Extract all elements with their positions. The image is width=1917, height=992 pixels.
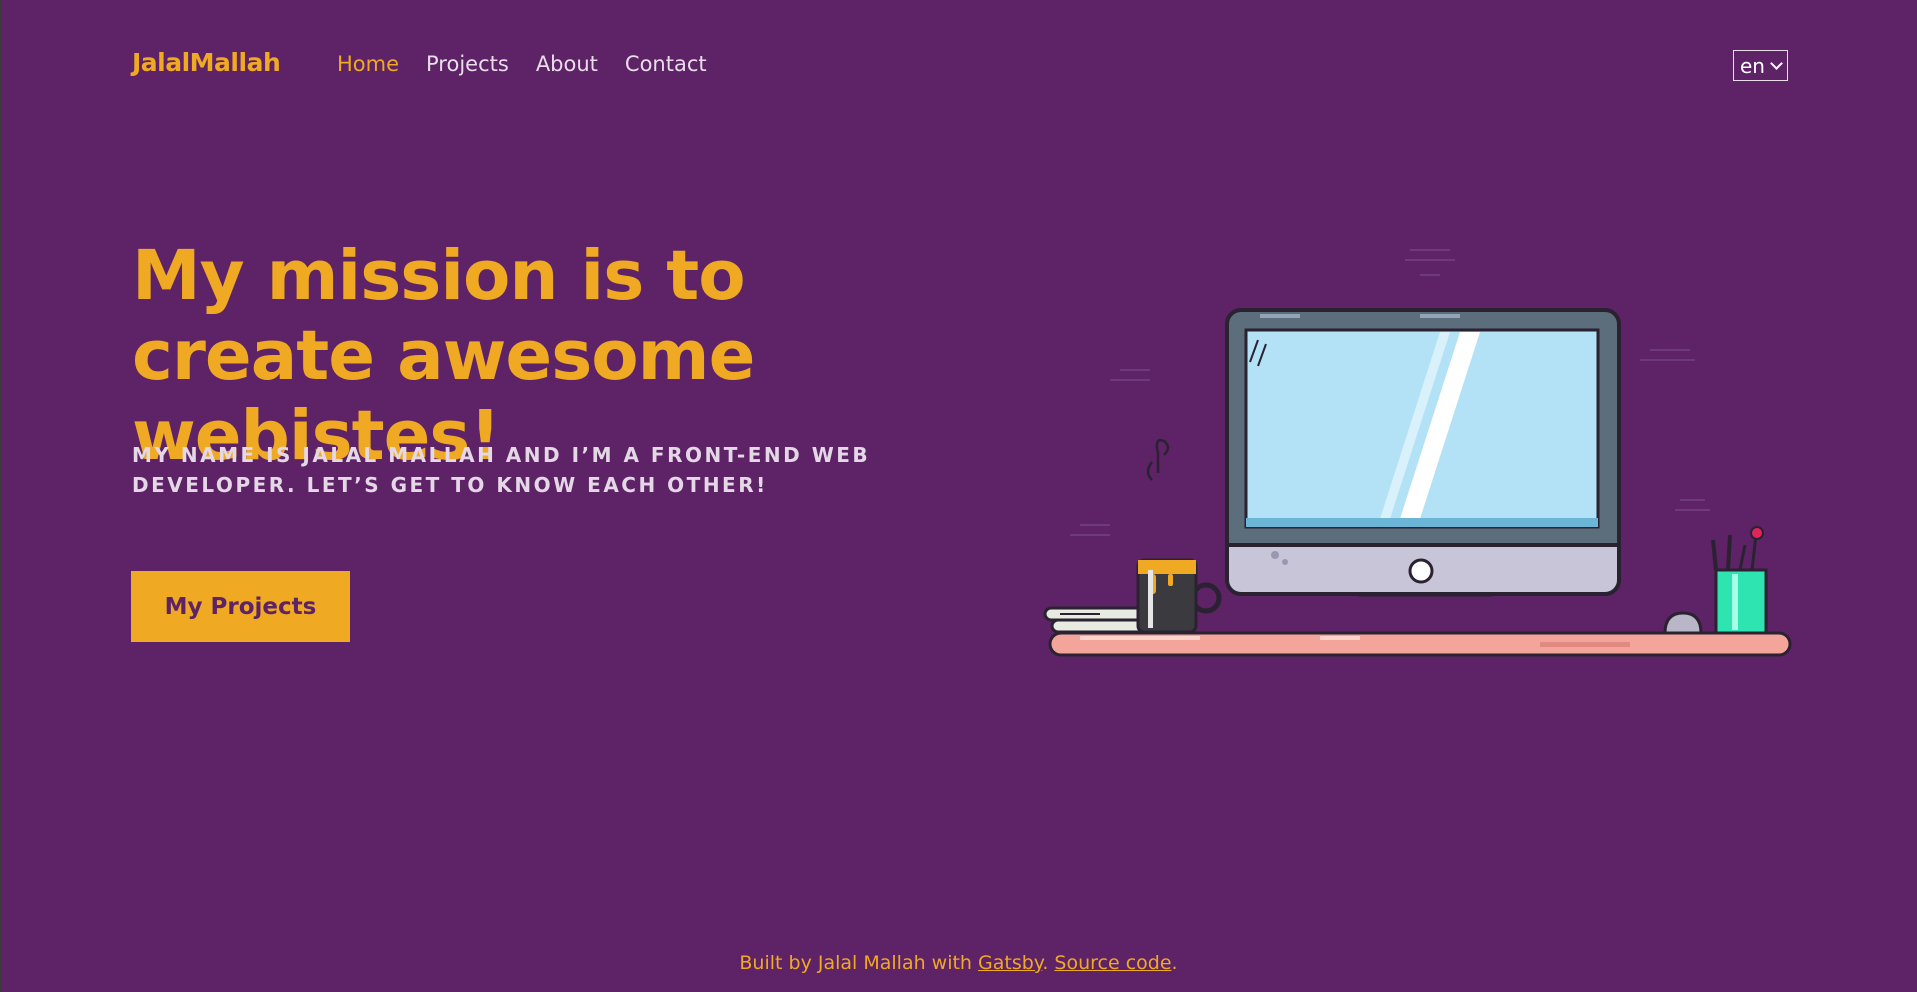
workspace-illustration [1043,249,1792,657]
nav-about[interactable]: About [536,52,598,76]
hero-subtitle: My name is Jalal Mallah and I’m a front-… [132,443,871,497]
footer-suffix: . [1171,952,1178,974]
window-edge [0,0,1,992]
monitor-icon [1225,308,1621,597]
site-logo[interactable]: JalalMallah [132,48,281,77]
language-select[interactable]: en [1733,50,1788,81]
main-nav: Home Projects About Contact [337,52,707,76]
site-header: JalalMallah Home Projects About Contact … [0,0,1917,132]
gatsby-link[interactable]: Gatsby [978,952,1042,974]
mouse-icon [1663,611,1703,635]
nav-home[interactable]: Home [337,52,399,76]
chevron-down-icon [1770,56,1783,70]
source-code-link[interactable]: Source code [1054,952,1171,974]
footer-separator: . [1042,952,1055,974]
nav-contact[interactable]: Contact [625,52,707,76]
nav-projects[interactable]: Projects [426,52,509,76]
language-value: en [1740,53,1765,78]
pencil-cup-icon [1711,526,1768,635]
footer-text-prefix: Built by Jalal Mallah with [739,952,979,974]
books-icon [1043,606,1154,634]
coffee-mug-icon [1136,439,1222,634]
my-projects-button[interactable]: My Projects [131,571,350,642]
desk-icon [1048,631,1792,657]
site-footer: Built by Jalal Mallah with Gatsby. Sourc… [0,952,1917,974]
